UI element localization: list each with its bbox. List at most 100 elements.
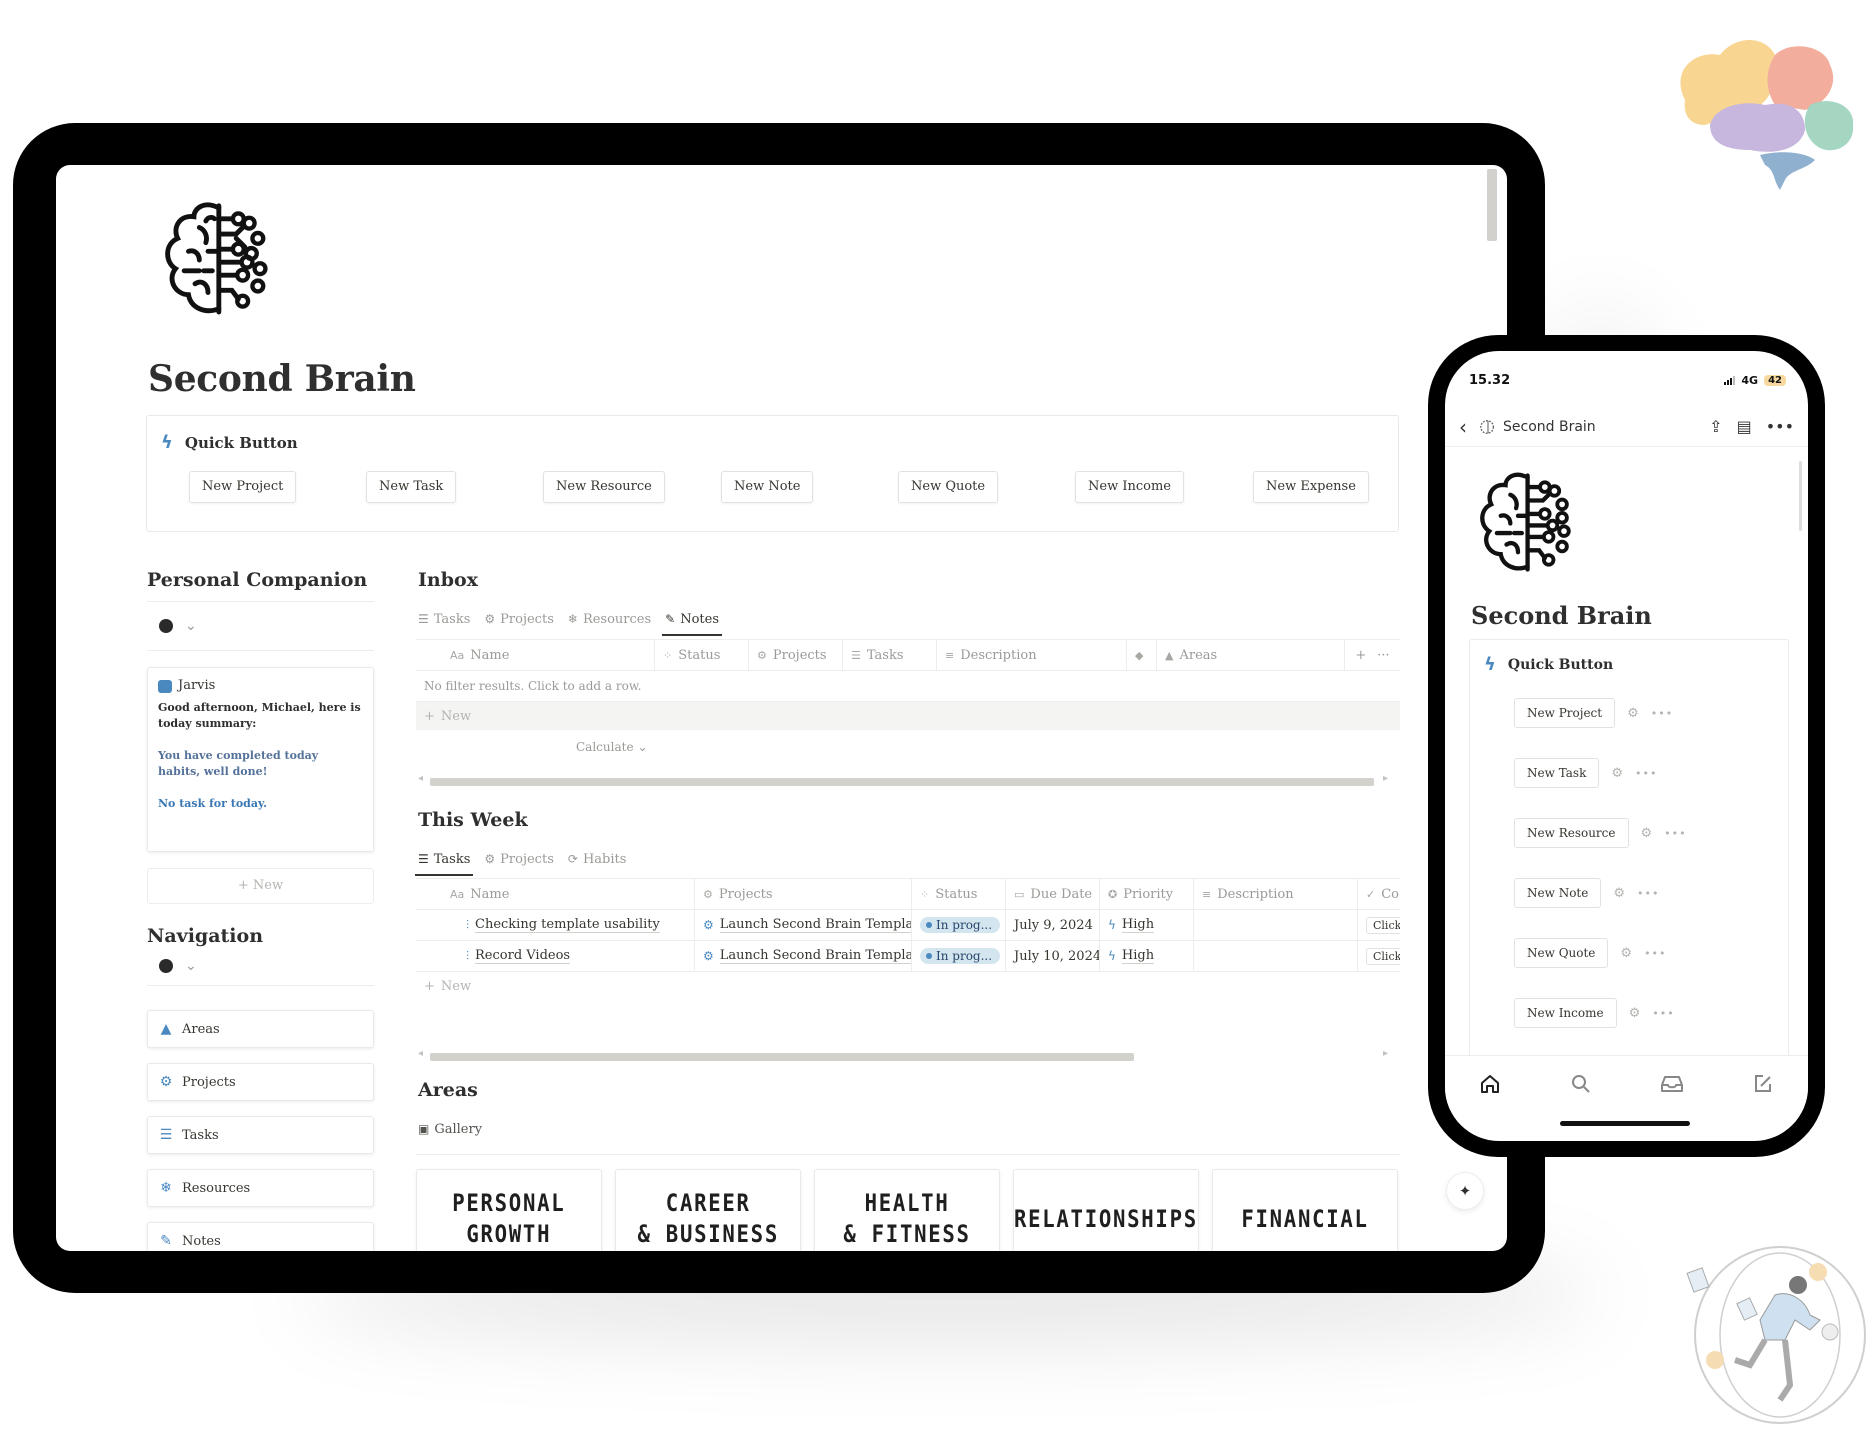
- scroll-left-icon[interactable]: ◂: [418, 1048, 423, 1059]
- back-chevron-icon[interactable]: ‹: [1459, 415, 1467, 439]
- this-week-new-row-button[interactable]: + New: [416, 972, 1400, 1000]
- more-icon[interactable]: •••: [1635, 767, 1657, 780]
- new-task-button[interactable]: New Task: [1514, 758, 1600, 788]
- project-link[interactable]: Launch Second Brain Template: [719, 917, 911, 933]
- companion-new-button[interactable]: + New: [147, 868, 374, 904]
- tab-gallery[interactable]: ▣ Gallery: [418, 1115, 482, 1143]
- more-icon[interactable]: •••: [1664, 827, 1686, 840]
- complete-button[interactable]: Click: [1366, 947, 1400, 965]
- new-quote-button[interactable]: New Quote: [898, 471, 999, 503]
- complete-button[interactable]: Click: [1366, 916, 1400, 934]
- gear-icon[interactable]: ⚙: [1611, 766, 1623, 781]
- nav-item-notes[interactable]: ✎ Notes: [147, 1222, 374, 1251]
- comment-icon[interactable]: ▤: [1737, 417, 1752, 436]
- table-row[interactable]: ⫶ Record Videos ⚙ Launch Second Brain Temp…: [416, 941, 1400, 972]
- tab-habits[interactable]: ⟳ Habits: [568, 845, 627, 873]
- ai-assistant-button[interactable]: ✦: [1446, 1172, 1484, 1210]
- column-header-name[interactable]: Aa Name: [416, 879, 695, 909]
- tab-projects[interactable]: ⚙ Projects: [484, 845, 553, 873]
- more-icon[interactable]: •••: [1766, 417, 1794, 436]
- column-header-complete[interactable]: ✓ Co: [1358, 879, 1400, 909]
- inbox-new-row-button[interactable]: + New: [416, 702, 1400, 730]
- colorful-brain-illustration: [1680, 40, 1854, 190]
- share-icon[interactable]: ⇪: [1709, 417, 1722, 436]
- column-header-name[interactable]: Aa Name: [416, 640, 655, 670]
- new-project-button[interactable]: New Project: [189, 471, 297, 503]
- column-header-due-date[interactable]: ▭ Due Date: [1006, 879, 1100, 909]
- gear-icon[interactable]: ⚙: [1613, 886, 1625, 901]
- task-name[interactable]: Checking template usability: [475, 917, 660, 933]
- area-card-financial[interactable]: FINANCIAL: [1212, 1169, 1398, 1251]
- new-project-button[interactable]: New Project: [1514, 698, 1616, 728]
- gear-icon[interactable]: ⚙: [1629, 1006, 1641, 1021]
- calculate-button[interactable]: Calculate ⌄: [416, 730, 1400, 764]
- area-card-health-fitness[interactable]: HEALTH & FITNESS: [814, 1169, 1000, 1251]
- column-header-status[interactable]: ⁘ Status: [912, 879, 1006, 909]
- column-header-status[interactable]: ⁘ Status: [655, 640, 749, 670]
- column-header-description[interactable]: ≡ Description: [937, 640, 1127, 670]
- this-week-horizontal-scrollbar[interactable]: ◂ ▸: [418, 1048, 1388, 1063]
- more-options-button[interactable]: ···: [1377, 648, 1389, 663]
- empty-results-row[interactable]: No filter results. Click to add a row.: [416, 671, 1400, 702]
- nav-item-resources[interactable]: ❄ Resources: [147, 1169, 374, 1207]
- inbox-tab[interactable]: [1657, 1069, 1687, 1099]
- tab-notes[interactable]: ✎ Notes: [662, 605, 722, 636]
- new-resource-button[interactable]: New Resource: [1514, 818, 1629, 848]
- scroll-right-icon[interactable]: ▸: [1383, 773, 1388, 784]
- scroll-right-icon[interactable]: ▸: [1383, 1048, 1388, 1059]
- inbox-horizontal-scrollbar[interactable]: ◂ ▸: [418, 773, 1388, 788]
- column-header-relation[interactable]: ◆: [1127, 640, 1157, 670]
- area-card-title: FINANCIAL: [1241, 1204, 1369, 1233]
- tab-projects[interactable]: ⚙ Projects: [484, 605, 553, 633]
- tab-resources[interactable]: ❄ Resources: [568, 605, 651, 633]
- table-row[interactable]: ⫶ Checking template usability ⚙ Launch Sec…: [416, 910, 1400, 941]
- nav-item-areas[interactable]: ▲ Areas: [147, 1010, 374, 1048]
- breadcrumb[interactable]: Second Brain: [1503, 419, 1695, 435]
- scrollbar-thumb[interactable]: [430, 1053, 1134, 1061]
- gear-icon[interactable]: ⚙: [1627, 706, 1639, 721]
- project-link[interactable]: Launch Second Brain Template: [719, 948, 911, 964]
- phone-scrollbar[interactable]: [1799, 461, 1802, 531]
- column-header-description[interactable]: ≡ Description: [1194, 879, 1358, 909]
- new-income-button[interactable]: New Income: [1514, 998, 1617, 1028]
- quick-button-header: ϟ Quick Button: [161, 432, 298, 453]
- tab-tasks[interactable]: ☰ Tasks: [418, 605, 470, 633]
- more-icon[interactable]: •••: [1652, 1007, 1674, 1020]
- new-note-button[interactable]: New Note: [721, 471, 814, 503]
- add-column-button[interactable]: +: [1355, 648, 1366, 663]
- new-label: New: [440, 708, 472, 724]
- nav-item-projects[interactable]: ⚙ Projects: [147, 1063, 374, 1101]
- column-header-areas[interactable]: ▲ Areas: [1157, 640, 1345, 670]
- more-icon[interactable]: •••: [1644, 947, 1666, 960]
- new-income-button[interactable]: New Income: [1075, 471, 1184, 503]
- new-note-button[interactable]: New Note: [1514, 878, 1602, 908]
- area-card-relationships[interactable]: RELATIONSHIPS: [1013, 1169, 1199, 1251]
- new-expense-button[interactable]: New Expense: [1253, 471, 1369, 503]
- area-card-career-business[interactable]: CAREER & BUSINESS: [615, 1169, 801, 1251]
- nav-item-tasks[interactable]: ☰ Tasks: [147, 1116, 374, 1154]
- more-icon[interactable]: •••: [1637, 887, 1659, 900]
- area-card-personal-growth[interactable]: PERSONAL GROWTH: [416, 1169, 602, 1251]
- new-quote-button[interactable]: New Quote: [1514, 938, 1609, 968]
- column-header-tasks[interactable]: ☰ Tasks: [843, 640, 937, 670]
- column-header-projects[interactable]: ⚙ Projects: [695, 879, 912, 909]
- companion-toggle[interactable]: ⌄: [147, 602, 374, 650]
- status-badge[interactable]: In prog...: [920, 948, 1001, 964]
- new-resource-button[interactable]: New Resource: [543, 471, 665, 503]
- compose-tab[interactable]: [1748, 1069, 1778, 1099]
- scrollbar-thumb[interactable]: [430, 778, 1374, 786]
- home-tab[interactable]: [1475, 1069, 1505, 1099]
- scroll-left-icon[interactable]: ◂: [418, 773, 423, 784]
- navigation-toggle[interactable]: ⌄: [147, 947, 374, 985]
- column-header-priority[interactable]: ✪ Priority: [1100, 879, 1194, 909]
- gear-icon[interactable]: ⚙: [1620, 946, 1632, 961]
- tab-tasks[interactable]: ☰ Tasks: [414, 845, 474, 876]
- status-badge[interactable]: In prog...: [920, 917, 1001, 933]
- gear-icon[interactable]: ⚙: [1641, 826, 1653, 841]
- new-task-button[interactable]: New Task: [366, 471, 457, 503]
- column-header-projects[interactable]: ⚙ Projects: [749, 640, 843, 670]
- task-name[interactable]: Record Videos: [475, 948, 571, 964]
- search-tab[interactable]: [1566, 1069, 1596, 1099]
- more-icon[interactable]: •••: [1651, 707, 1673, 720]
- vertical-scrollbar[interactable]: [1487, 169, 1497, 241]
